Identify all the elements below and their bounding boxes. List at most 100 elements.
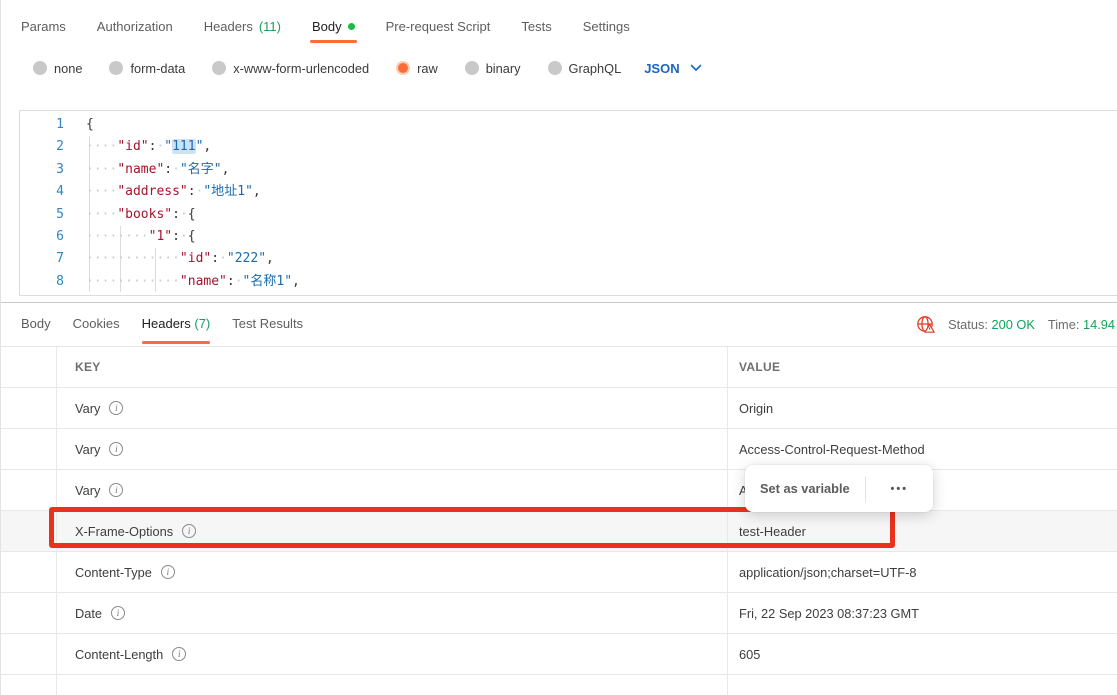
whitespace-dots: ···· xyxy=(86,162,117,177)
key-cell: Varyi xyxy=(56,429,728,469)
language-selector-label[interactable]: JSON xyxy=(644,61,679,76)
code-line[interactable]: 7············"id":·"222", xyxy=(20,248,1117,270)
info-icon[interactable]: i xyxy=(182,524,196,538)
table-row[interactable]: Varyi Origin xyxy=(1,388,1117,429)
tab-params[interactable]: Params xyxy=(21,19,66,46)
radio-icon[interactable] xyxy=(548,61,562,75)
code-line[interactable]: 1{ xyxy=(20,114,1117,136)
tab-tests[interactable]: Tests xyxy=(521,19,551,46)
code-line[interactable]: 4····"address":·"地址1", xyxy=(20,181,1117,203)
body-type-binary[interactable]: binary xyxy=(465,61,521,76)
line-number: 8 xyxy=(20,271,64,293)
info-icon[interactable]: i xyxy=(109,483,123,497)
info-icon[interactable]: i xyxy=(172,647,186,661)
table-row[interactable]: VaryiAccess-Control-Request-Method xyxy=(1,429,1117,470)
line-number: 2 xyxy=(20,136,64,158)
body-type-form-data[interactable]: form-data xyxy=(109,61,185,76)
body-type-x-www-form-urlencoded[interactable]: x-www-form-urlencoded xyxy=(212,61,369,76)
radio-icon[interactable] xyxy=(465,61,479,75)
json-comma: , xyxy=(266,251,274,266)
tab-authorization[interactable]: Authorization xyxy=(97,19,173,46)
info-icon[interactable]: i xyxy=(109,401,123,415)
body-type-none[interactable]: none xyxy=(33,61,82,76)
code-line[interactable]: 5····"books":·{ xyxy=(20,204,1117,226)
whitespace-dots: ···· xyxy=(86,139,117,154)
code-line[interactable]: 8 ············"name":·"名称1", xyxy=(20,271,1117,293)
json-colon: : xyxy=(164,162,172,177)
json-key: "name" xyxy=(180,274,227,289)
body-type-raw[interactable]: raw xyxy=(396,61,438,76)
radio-icon[interactable] xyxy=(109,61,123,75)
table-row[interactable]: Content-Length i 605 xyxy=(1,634,1117,675)
json-comma: , xyxy=(253,184,261,199)
chevron-down-icon[interactable] xyxy=(690,64,702,72)
json-string: "地址1" xyxy=(203,184,252,199)
key-cell: Varyi xyxy=(56,470,728,510)
info-icon[interactable]: i xyxy=(111,606,125,620)
header-key: X-Frame-Options xyxy=(75,524,173,539)
header-key: Content-Length xyxy=(75,647,163,662)
column-header-key: KEY xyxy=(75,360,101,374)
whitespace-dots: · xyxy=(172,162,180,177)
radio-label: form-data xyxy=(130,61,185,76)
code-line[interactable]: 3····"name":·"名字", xyxy=(20,159,1117,181)
code-line[interactable]: 2 ····"id":·"111", xyxy=(20,136,1117,158)
radio-icon[interactable] xyxy=(212,61,226,75)
unsaved-dot-icon xyxy=(348,23,355,30)
value-cell: Origin xyxy=(728,388,1117,428)
radio-label: GraphQL xyxy=(569,61,622,76)
code-line[interactable]: 6········"1":·{ xyxy=(20,226,1117,248)
code-text: ····"id":·"111", xyxy=(86,136,211,158)
globe-error-icon[interactable] xyxy=(915,315,935,335)
key-cell: X-Frame-Options i xyxy=(56,511,728,551)
whitespace-dots: ···· xyxy=(86,207,117,222)
table-row[interactable]: DateiFri, 22 Sep 2023 08:37:23 GMT xyxy=(1,593,1117,634)
response-tab-cookies[interactable]: Cookies xyxy=(73,304,120,345)
tab-pre-request-script[interactable]: Pre-request Script xyxy=(386,19,491,46)
response-bar: Body Cookies Headers (7) Test Results Statu… xyxy=(1,303,1117,346)
code-text: ············"name":·"名称1", xyxy=(86,271,300,293)
table-row[interactable]: VaryiAccess-Control-Request-Headers xyxy=(1,470,1117,511)
json-brace: { xyxy=(188,229,196,244)
table-row[interactable]: Content-Typeiapplication/json;charset=UT… xyxy=(1,552,1117,593)
status-indicator: Status: 200 OK xyxy=(948,317,1035,332)
tab-label: Headers xyxy=(142,316,191,331)
response-tab-headers[interactable]: Headers (7) xyxy=(142,304,211,345)
table-row[interactable]: X-Frame-Options i test-Header xyxy=(1,511,1117,552)
json-key: "books" xyxy=(117,207,172,222)
value-cell: 605 xyxy=(728,634,1117,674)
json-key: "1" xyxy=(149,229,172,244)
tab-label: Authorization xyxy=(97,19,173,34)
tab-body[interactable]: Body xyxy=(312,19,355,46)
info-icon[interactable]: i xyxy=(109,442,123,456)
language-selector[interactable]: JSON xyxy=(644,61,701,76)
json-brace: { xyxy=(188,207,196,222)
code-text: ········"1":·{ xyxy=(86,226,196,248)
more-options-button[interactable]: ••• xyxy=(866,483,933,495)
table-row-empty xyxy=(1,675,1117,695)
line-number: 1 xyxy=(20,114,64,136)
json-brace: { xyxy=(86,117,94,132)
line-number: 5 xyxy=(20,204,64,226)
tab-label: Pre-request Script xyxy=(386,19,491,34)
value-cell: test-Header xyxy=(728,511,1117,551)
tab-headers[interactable]: Headers(11) xyxy=(204,19,281,46)
key-cell: Content-Type i xyxy=(56,552,728,592)
json-body-editor[interactable]: 1{2····"id":·"111",3····"name":·"名字",4··… xyxy=(19,110,1117,296)
whitespace-dots: · xyxy=(180,229,188,244)
response-tab-test-results[interactable]: Test Results xyxy=(232,304,303,345)
info-icon[interactable]: i xyxy=(161,565,175,579)
radio-icon[interactable] xyxy=(396,61,410,75)
json-string: "名称1" xyxy=(243,274,292,289)
tab-settings[interactable]: Settings xyxy=(583,19,630,46)
response-tab-body[interactable]: Body xyxy=(21,304,51,345)
key-cell: Varyi xyxy=(56,388,728,428)
json-colon: : xyxy=(188,184,196,199)
body-type-graphql[interactable]: GraphQL xyxy=(548,61,622,76)
set-as-variable-button[interactable]: Set as variable xyxy=(745,481,865,496)
header-key: Content-Type xyxy=(75,565,152,580)
tab-label: Body xyxy=(312,19,342,34)
radio-icon[interactable] xyxy=(33,61,47,75)
radio-label: none xyxy=(54,61,82,76)
header-value: Origin xyxy=(739,401,773,416)
